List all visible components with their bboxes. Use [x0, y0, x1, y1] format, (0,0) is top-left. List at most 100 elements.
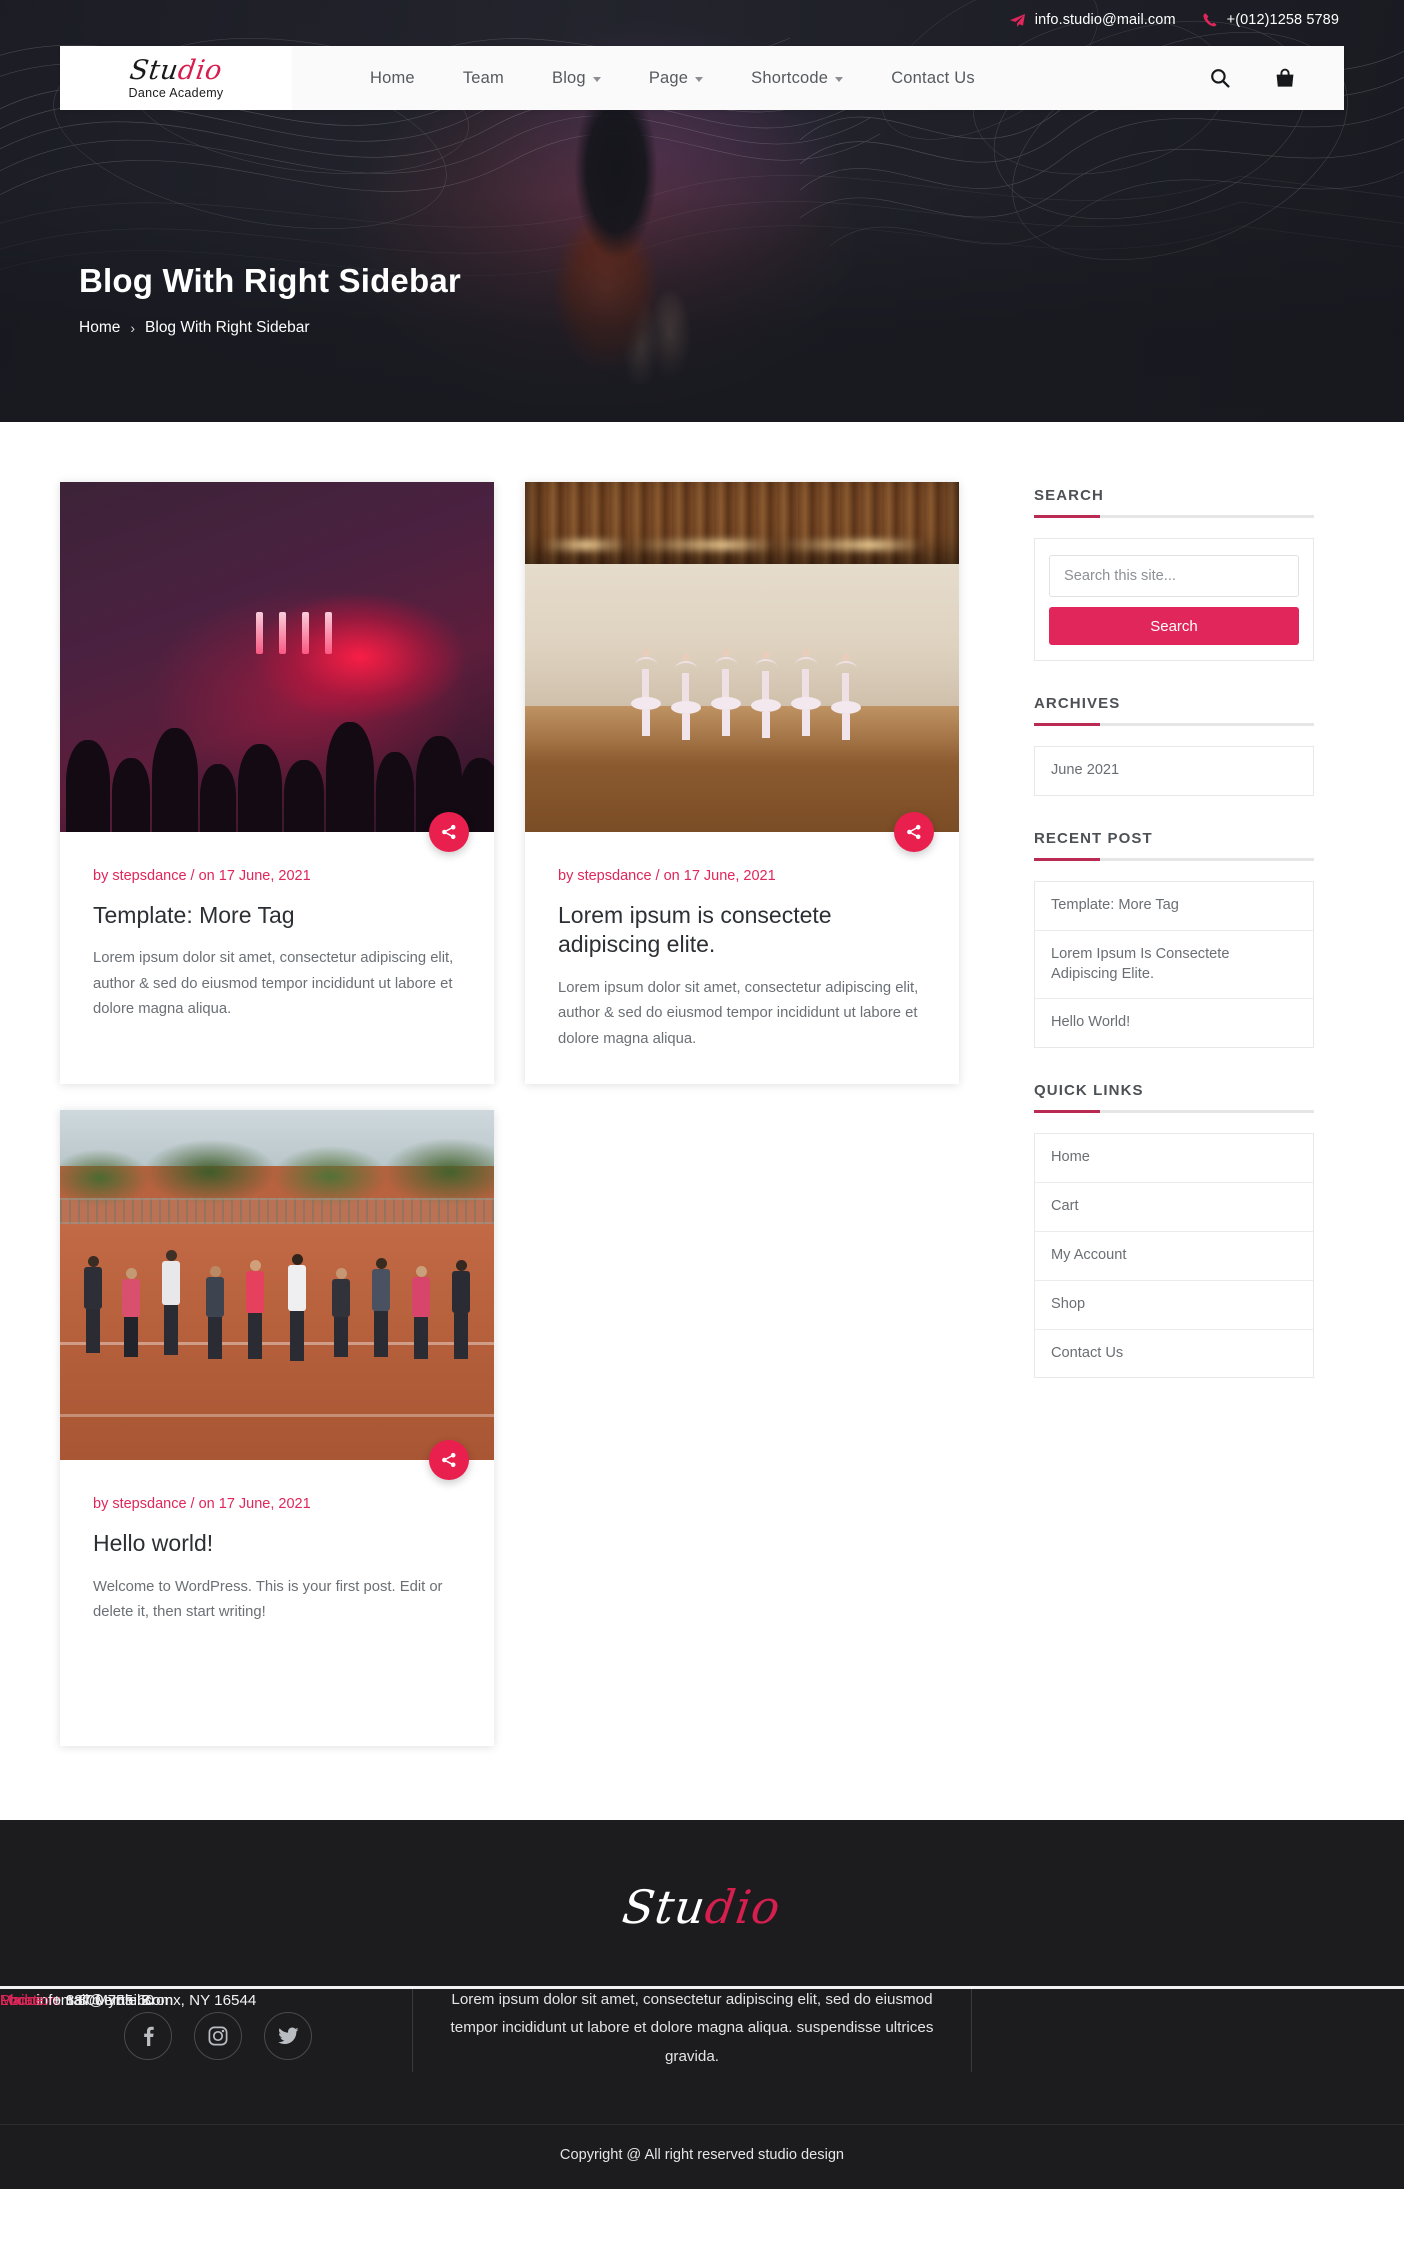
- share-button[interactable]: [894, 812, 934, 852]
- quick-links-list: Home Cart My Account Shop Contact Us: [1034, 1133, 1314, 1379]
- footer-phone-value[interactable]: + 1 800 755 60: [48, 1992, 154, 2009]
- breadcrumb-separator-icon: ›: [130, 320, 136, 336]
- archives-list: June 2021: [1034, 746, 1314, 796]
- widget-search: SEARCH Search: [1034, 487, 1314, 661]
- twitter-link[interactable]: [264, 2011, 312, 2060]
- post-title[interactable]: Lorem ipsum is consectete adipiscing eli…: [558, 901, 926, 960]
- widget-header: RECENT POST: [1034, 830, 1314, 861]
- list-item[interactable]: Cart: [1035, 1183, 1313, 1232]
- footer-copyright: Copyright @ All right reserved studio de…: [0, 2124, 1404, 2189]
- page-content: by stepsdance / on 17 June, 2021 Templat…: [0, 422, 1404, 1820]
- crowd-silhouettes: [60, 664, 494, 832]
- post-meta: by stepsdance / on 17 June, 2021: [93, 868, 311, 884]
- list-item[interactable]: June 2021: [1035, 747, 1313, 795]
- share-icon: [442, 1453, 456, 1468]
- hero-banner: info.studio@mail.com +(012)1258 5789 Stu…: [0, 0, 1404, 422]
- nav-label: Contact Us: [891, 68, 975, 87]
- post-excerpt: Lorem ipsum dolor sit amet, consectetur …: [558, 979, 919, 1047]
- post-image-fitness: [60, 1110, 494, 1461]
- instagram-icon: [208, 2026, 228, 2045]
- widget-quick-links: QUICK LINKS Home Cart My Account Shop Co…: [1034, 1082, 1314, 1379]
- shopping-bag-icon[interactable]: [1274, 68, 1296, 89]
- topbar-phone-text: +(012)1258 5789: [1226, 12, 1339, 28]
- hero-content: Blog With Right Sidebar Home › Blog With…: [79, 262, 461, 337]
- nav-action-icons: [1210, 68, 1296, 89]
- instagram-link[interactable]: [194, 2011, 242, 2060]
- blog-post-grid: by stepsdance / on 17 June, 2021 Templat…: [60, 482, 990, 1746]
- nav-item-page[interactable]: Page: [625, 69, 727, 88]
- paper-plane-icon: [1009, 13, 1025, 27]
- site-footer: Studio Lorem ipsum dolor sit amet, conse…: [0, 1819, 1404, 2190]
- stage-light-beams: [256, 612, 332, 654]
- post-meta: by stepsdance / on 17 June, 2021: [93, 1496, 311, 1513]
- phone-icon: [1203, 13, 1217, 27]
- nav-item-shortcode[interactable]: Shortcode: [727, 69, 867, 88]
- blog-post-card[interactable]: by stepsdance / on 17 June, 2021 Lorem i…: [525, 482, 959, 1085]
- logo-part-1: Stu: [127, 54, 181, 86]
- list-item[interactable]: Contact Us: [1035, 1330, 1313, 1378]
- recent-post-list: Template: More Tag Lorem Ipsum Is Consec…: [1034, 880, 1314, 1049]
- chevron-down-icon: [835, 76, 844, 82]
- list-item[interactable]: Shop: [1035, 1281, 1313, 1330]
- nav-label: Blog: [551, 68, 586, 87]
- nav-label: Shortcode: [751, 68, 829, 87]
- list-item[interactable]: Lorem Ipsum Is Consectete Adipiscing Eli…: [1035, 931, 1313, 1000]
- search-widget-box: Search: [1034, 538, 1314, 661]
- twitter-icon: [277, 2027, 298, 2044]
- footer-logo[interactable]: Studio: [0, 1880, 1404, 1934]
- chevron-down-icon: [695, 76, 704, 82]
- post-image-concert: [60, 482, 494, 832]
- list-item[interactable]: Template: More Tag: [1035, 882, 1313, 931]
- facebook-link[interactable]: [124, 2011, 172, 2060]
- widget-title: RECENT POST: [1034, 829, 1153, 847]
- site-logo[interactable]: Studio Dance Academy: [60, 46, 292, 110]
- list-item[interactable]: My Account: [1035, 1232, 1313, 1281]
- footer-about-text: Lorem ipsum dolor sit amet, consectetur …: [412, 1985, 972, 2073]
- nav-item-team[interactable]: Team: [439, 69, 528, 88]
- post-body: by stepsdance / on 17 June, 2021 Lorem i…: [525, 832, 959, 1074]
- blog-post-card[interactable]: by stepsdance / on 17 June, 2021 Hello w…: [60, 1110, 494, 1746]
- widget-recent-post: RECENT POST Template: More Tag Lorem Ips…: [1034, 830, 1314, 1049]
- logo-part-2: dio: [176, 54, 225, 86]
- breadcrumb-current: Blog With Right Sidebar: [145, 319, 310, 336]
- top-utility-bar: info.studio@mail.com +(012)1258 5789: [0, 0, 1404, 40]
- widget-title: SEARCH: [1034, 487, 1104, 504]
- share-icon: [907, 824, 921, 840]
- logo-wordmark: Studio: [127, 54, 225, 86]
- topbar-email[interactable]: info.studio@mail.com: [1009, 12, 1176, 28]
- breadcrumb-home[interactable]: Home: [79, 319, 120, 337]
- share-button[interactable]: [429, 812, 469, 852]
- search-input[interactable]: [1049, 555, 1299, 597]
- search-icon[interactable]: [1210, 68, 1230, 88]
- post-image-ballet: [525, 482, 959, 832]
- post-title[interactable]: Template: More Tag: [93, 901, 461, 930]
- widget-title: ARCHIVES: [1034, 695, 1121, 712]
- post-excerpt: Lorem ipsum dolor sit amet, consectetur …: [93, 950, 454, 1018]
- breadcrumb: Home › Blog With Right Sidebar: [79, 319, 461, 337]
- search-submit-button[interactable]: Search: [1049, 607, 1299, 645]
- post-body: by stepsdance / on 17 June, 2021 Hello w…: [60, 1460, 494, 1735]
- list-item[interactable]: Home: [1035, 1134, 1313, 1184]
- share-icon: [442, 824, 456, 840]
- footer-logo-part-1: Stu: [619, 1879, 710, 1934]
- share-button[interactable]: [429, 1440, 469, 1481]
- post-body: by stepsdance / on 17 June, 2021 Templat…: [60, 832, 494, 1045]
- widget-header: ARCHIVES: [1034, 695, 1314, 726]
- nav-label: Home: [370, 68, 415, 87]
- nav-item-blog[interactable]: Blog: [528, 69, 625, 88]
- topbar-email-text: info.studio@mail.com: [1034, 12, 1176, 28]
- footer-phone-label: Phone:: [0, 1991, 49, 2009]
- topbar-phone[interactable]: +(012)1258 5789: [1202, 12, 1339, 28]
- widget-header: QUICK LINKS: [1034, 1082, 1314, 1114]
- blog-post-card[interactable]: by stepsdance / on 17 June, 2021 Templat…: [60, 482, 494, 1085]
- post-excerpt: Welcome to WordPress. This is your first…: [93, 1578, 443, 1621]
- post-meta: by stepsdance / on 17 June, 2021: [558, 868, 776, 884]
- widget-header: SEARCH: [1034, 487, 1314, 518]
- main-navigation-bar: Studio Dance Academy Home Team Blog Page…: [60, 46, 1344, 110]
- widget-title: QUICK LINKS: [1034, 1082, 1144, 1100]
- content-container: by stepsdance / on 17 June, 2021 Templat…: [60, 482, 1344, 1746]
- list-item[interactable]: Hello World!: [1035, 999, 1313, 1047]
- nav-item-contact-us[interactable]: Contact Us: [867, 69, 999, 88]
- post-title[interactable]: Hello world!: [93, 1529, 461, 1558]
- nav-item-home[interactable]: Home: [346, 69, 439, 88]
